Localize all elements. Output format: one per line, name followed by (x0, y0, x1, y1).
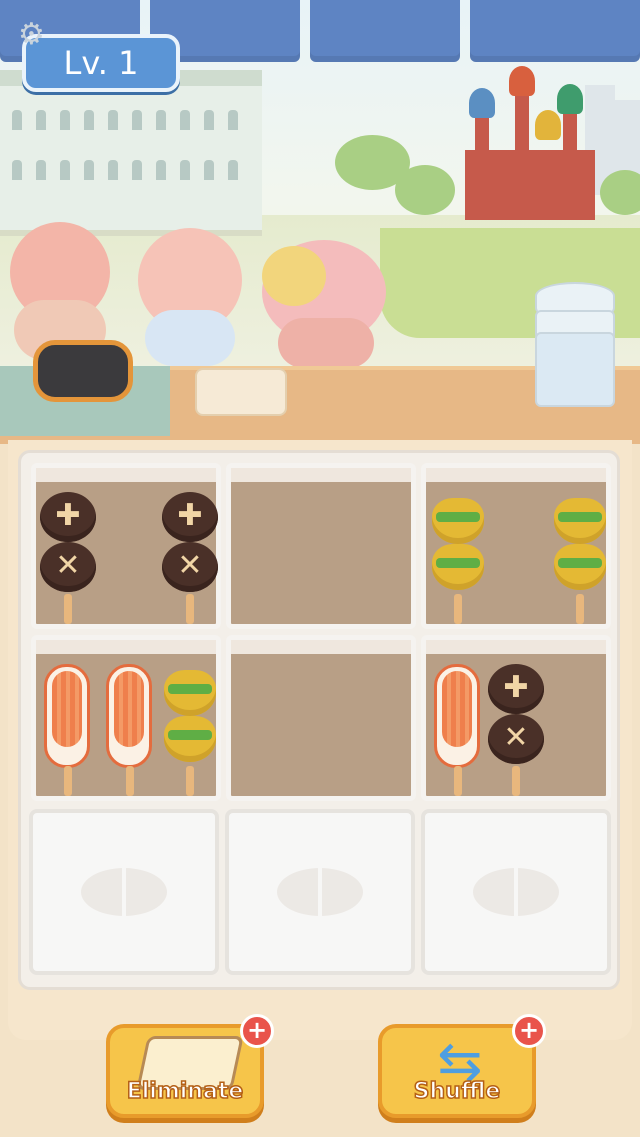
mushroom-piece: ✕ (40, 542, 96, 592)
window (108, 110, 118, 130)
window (132, 160, 142, 180)
add-shuffle-button[interactable]: + (512, 1014, 546, 1048)
crab-stick-piece (434, 664, 480, 768)
window (204, 160, 214, 180)
skewer-stick (576, 594, 584, 624)
mushroom-piece: ✚ (162, 492, 218, 542)
skewer-stick (186, 594, 194, 624)
window (60, 110, 70, 130)
locked-slot-3[interactable] (421, 809, 611, 975)
dome (509, 66, 535, 96)
bean-piece (164, 716, 216, 762)
crab-stick-skewer[interactable] (40, 664, 96, 796)
crab-stick-skewer[interactable] (430, 664, 486, 796)
window (204, 110, 214, 130)
mushroom-piece: ✚ (40, 492, 96, 542)
grill-slot-5[interactable] (226, 635, 416, 801)
eliminate-label: Eliminate (126, 1078, 244, 1105)
bean-piece (164, 670, 216, 716)
dome (557, 84, 583, 114)
cup (535, 332, 615, 407)
window (84, 160, 94, 180)
crab-stick-skewer[interactable] (102, 664, 158, 796)
window (156, 110, 166, 130)
window (180, 110, 190, 130)
bean-piece (554, 544, 606, 590)
window (12, 160, 22, 180)
window (180, 160, 190, 180)
bean-piece (554, 498, 606, 544)
window (228, 110, 238, 130)
window (84, 110, 94, 130)
skewer-stick (186, 766, 194, 796)
skewer-stick (512, 766, 520, 796)
skewer-stick (454, 594, 462, 624)
gear-icon[interactable]: ⚙ (18, 20, 48, 50)
bean-piece (432, 544, 484, 590)
crab-stick-piece (44, 664, 90, 768)
shuffle-label: Shuffle (413, 1078, 501, 1105)
cathedral-body (465, 150, 595, 220)
bean-skewer[interactable] (430, 492, 486, 624)
grill-slot-3[interactable] (421, 463, 611, 629)
mushroom-skewer[interactable]: ✚ ✕ (40, 492, 96, 624)
cathedral-icon (455, 66, 605, 220)
bean-piece (432, 498, 484, 544)
lock-icon (277, 868, 363, 916)
skewer-stick (454, 766, 462, 796)
tree (395, 165, 455, 215)
grill-slot-6[interactable]: ✚ ✕ (421, 635, 611, 801)
window (12, 110, 22, 130)
skewer-stick (126, 766, 134, 796)
dome (469, 88, 495, 118)
bean-skewer[interactable] (552, 492, 608, 624)
locked-slot-2[interactable] (225, 809, 415, 975)
eliminate-button[interactable]: Eliminate + (106, 1014, 274, 1118)
skewer-stick (64, 594, 72, 624)
lock-icon (473, 868, 559, 916)
bean-skewer[interactable] (162, 664, 218, 796)
cup-stack (535, 282, 615, 407)
pig-hair (262, 246, 326, 306)
grill-slot-4[interactable] (31, 635, 221, 801)
sheep-body (145, 310, 235, 366)
skewer-stick (64, 766, 72, 796)
window (108, 160, 118, 180)
mushroom-skewer[interactable]: ✚ ✕ (162, 492, 218, 624)
window (60, 160, 70, 180)
window (132, 110, 142, 130)
grill-device (33, 340, 133, 402)
window (36, 110, 46, 130)
window (156, 160, 166, 180)
pig-body (278, 318, 374, 368)
locked-slot-1[interactable] (29, 809, 219, 975)
grill-slot-1[interactable]: ✚ ✕ ✚ ✕ (31, 463, 221, 629)
mushroom-skewer[interactable]: ✚ ✕ (488, 664, 544, 796)
mushroom-piece: ✚ (488, 664, 544, 714)
dome (535, 110, 561, 140)
lock-icon (81, 868, 167, 916)
window (36, 160, 46, 180)
window (228, 160, 238, 180)
grill-slot-2[interactable] (226, 463, 416, 629)
palace-building (0, 70, 262, 236)
shuffle-button[interactable]: ⇆ Shuffle + (378, 1014, 546, 1118)
mushroom-piece: ✕ (162, 542, 218, 592)
skewer-board: ✚ ✕ ✚ ✕ ✚ ✕ (18, 450, 620, 990)
crab-stick-piece (106, 664, 152, 768)
curtain-panel (310, 0, 460, 62)
tree (600, 170, 640, 215)
order-note (195, 368, 287, 416)
curtain-panel (470, 0, 640, 62)
mushroom-piece: ✕ (488, 714, 544, 764)
add-eliminate-button[interactable]: + (240, 1014, 274, 1048)
